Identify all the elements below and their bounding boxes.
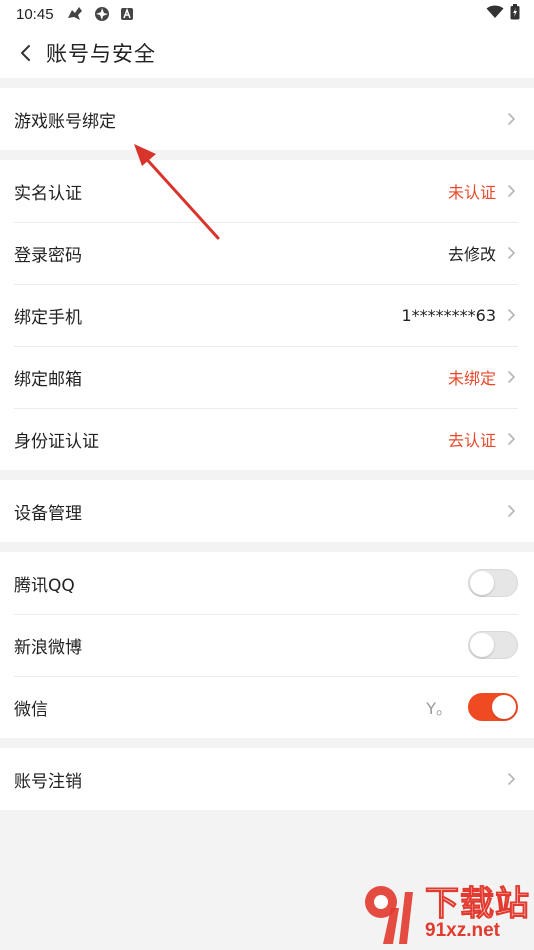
chevron-right-icon — [504, 308, 518, 322]
row-real-name[interactable]: 实名认证 未认证 — [0, 160, 534, 222]
chevron-right-icon — [504, 504, 518, 518]
bird-notification-icon — [66, 6, 84, 22]
chevron-left-icon — [21, 45, 30, 61]
row-bind-phone[interactable]: 绑定手机 1********63 — [0, 284, 534, 346]
row-label: 绑定手机 — [14, 307, 82, 328]
status-right — [486, 4, 520, 24]
row-cancel-account[interactable]: 账号注销 — [0, 748, 534, 810]
app-notification-icon — [120, 7, 134, 21]
row-label: 新浪微博 — [14, 637, 82, 658]
row-label: 腾讯QQ — [14, 575, 75, 596]
row-label: 实名认证 — [14, 183, 82, 204]
shutter-notification-icon — [94, 6, 110, 22]
toggle-knob — [492, 695, 516, 719]
group-social: 腾讯QQ 新浪微博 微信 Y。 — [0, 552, 534, 738]
group-device: 设备管理 — [0, 480, 534, 542]
row-sina-weibo: 新浪微博 — [0, 614, 534, 676]
qq-toggle[interactable] — [468, 569, 518, 597]
group-cancel: 账号注销 — [0, 748, 534, 810]
row-wechat: 微信 Y。 — [0, 676, 534, 738]
chevron-right-icon — [504, 370, 518, 384]
status-time: 10:45 — [16, 5, 54, 23]
row-label: 游戏账号绑定 — [14, 111, 116, 132]
toggle-knob — [470, 633, 494, 657]
row-label: 绑定邮箱 — [14, 369, 82, 390]
row-id-card[interactable]: 身份证认证 去认证 — [0, 408, 534, 470]
row-device-management[interactable]: 设备管理 — [0, 480, 534, 542]
row-label: 身份证认证 — [14, 431, 99, 452]
app-header: 账号与安全 — [0, 28, 534, 78]
row-value: 未绑定 — [447, 369, 496, 388]
wifi-icon — [486, 5, 504, 23]
row-value: 去认证 — [447, 431, 496, 450]
wechat-hint: Y。 — [426, 699, 452, 718]
chevron-right-icon — [504, 772, 518, 786]
row-label: 账号注销 — [14, 771, 82, 792]
annotation-arrow-icon — [134, 144, 220, 240]
chevron-right-icon — [504, 112, 518, 126]
watermark-logo: 下载站 91xz.net — [361, 878, 530, 948]
chevron-right-icon — [504, 246, 518, 260]
row-tencent-qq: 腾讯QQ — [0, 552, 534, 614]
row-label: 登录密码 — [14, 245, 82, 266]
row-value: 未认证 — [447, 183, 496, 202]
back-button[interactable] — [12, 39, 40, 67]
row-label: 设备管理 — [14, 503, 82, 524]
row-value: 去修改 — [447, 245, 496, 264]
toggle-knob — [470, 571, 494, 595]
row-login-password[interactable]: 登录密码 去修改 — [0, 222, 534, 284]
row-value: 1********63 — [401, 305, 496, 325]
logo-91-icon — [365, 886, 413, 944]
watermark-url: 91xz.net — [425, 919, 500, 941]
chevron-right-icon — [504, 432, 518, 446]
status-bar: 10:45 — [0, 0, 534, 28]
wechat-toggle[interactable] — [468, 693, 518, 721]
group-verify: 实名认证 未认证 登录密码 去修改 绑定手机 1********63 绑定邮箱 … — [0, 160, 534, 470]
watermark-big-text: 下载站 — [425, 883, 530, 924]
weibo-toggle[interactable] — [468, 631, 518, 659]
watermark-text: 下载站 91xz.net — [425, 883, 530, 941]
battery-icon — [510, 4, 520, 24]
row-label: 微信 — [14, 699, 48, 720]
row-bind-email[interactable]: 绑定邮箱 未绑定 — [0, 346, 534, 408]
chevron-right-icon — [504, 184, 518, 198]
group-game: 游戏账号绑定 — [0, 88, 534, 150]
page-title: 账号与安全 — [46, 42, 156, 66]
row-game-account-binding[interactable]: 游戏账号绑定 — [0, 88, 534, 150]
